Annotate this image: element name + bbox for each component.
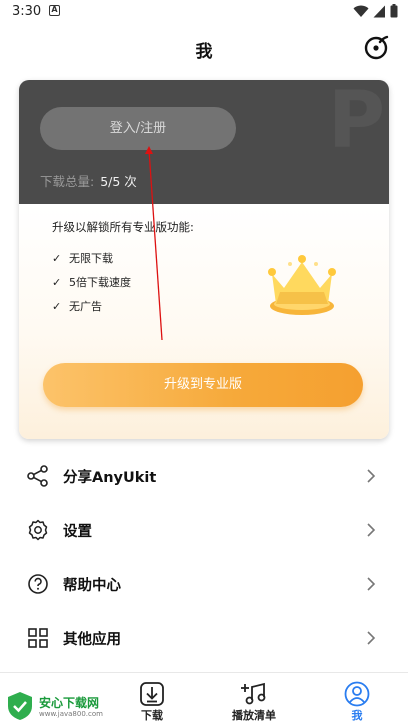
menu-item-label: 帮助中心 [63,577,121,594]
chevron-right-icon [367,469,376,483]
tab-playlist[interactable]: 播放清单 [214,673,294,725]
status-bar: 3:30 A [0,0,408,24]
chevron-right-icon [367,523,376,537]
annotation-line [145,146,163,341]
menu-item-label: 其他应用 [63,631,121,648]
chevron-right-icon [367,631,376,645]
account-card: P 登入/注册 下载总量: 5/5 次 升级以解锁所有专业版功能: ✓ 无限下载 … [19,80,389,439]
notification-icon: A [49,5,60,16]
status-icons [353,4,398,18]
tab-download[interactable]: 下载 [112,673,192,725]
site-watermark-badge: 安心下载网 www.java800.com [0,686,110,725]
site-url: www.java800.com [39,710,103,718]
page-title: 我 [195,42,213,62]
menu-item-label: 分享AnyUkit [63,469,157,486]
menu-item-share[interactable]: 分享AnyUkit [20,450,388,502]
signal-icon [373,5,385,17]
help-icon [26,572,50,596]
gear-icon [26,518,50,542]
tab-label: 下载 [141,709,163,722]
shield-logo-icon [8,692,32,720]
site-name: 安心下载网 [39,696,100,710]
profile-icon [344,681,370,707]
status-time: 3:30 [12,4,42,19]
tab-me[interactable]: 我 [317,673,397,725]
wifi-icon [353,5,369,17]
playlist-icon [241,682,266,705]
chevron-right-icon [367,577,376,591]
tab-label: 播放清单 [232,709,276,722]
apps-grid-icon [26,626,50,650]
menu-item-help[interactable]: 帮助中心 [20,558,388,610]
battery-icon [390,4,398,18]
download-icon [140,682,164,706]
menu-item-settings[interactable]: 设置 [20,504,388,556]
menu-item-other-apps[interactable]: 其他应用 [20,612,388,664]
share-icon [26,464,50,488]
menu-item-label: 设置 [63,523,92,540]
top-bar: 我 [0,24,408,72]
tab-label: 我 [351,709,363,722]
music-disc-icon[interactable] [364,34,390,60]
